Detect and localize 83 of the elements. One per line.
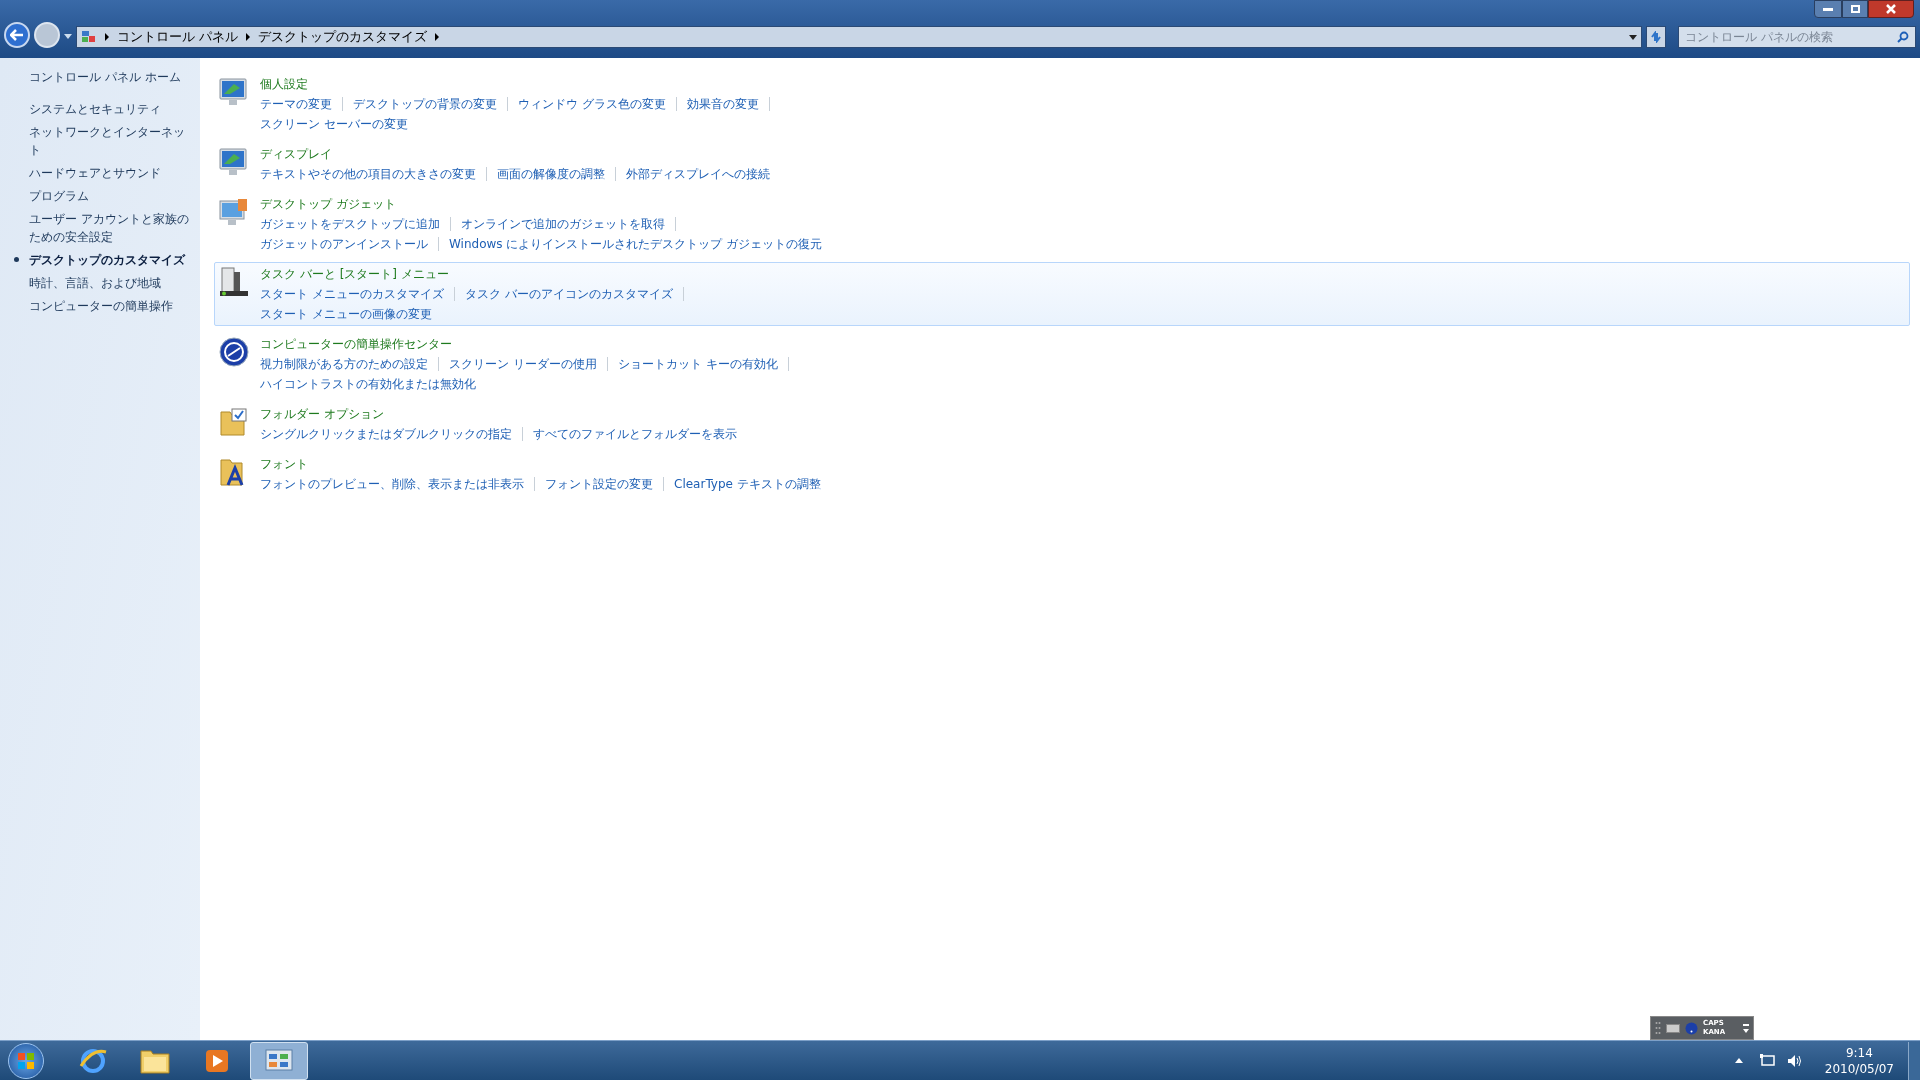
windows-logo-icon — [17, 1051, 35, 1070]
task-link[interactable]: ウィンドウ グラス色の変更 — [518, 94, 666, 114]
control-panel-icon[interactable] — [264, 1047, 294, 1074]
network-icon[interactable] — [1758, 1053, 1775, 1068]
task-link[interactable]: ガジェットをデスクトップに追加 — [260, 214, 440, 234]
category-title[interactable]: コンピューターの簡単操作センター — [260, 334, 799, 354]
task-link[interactable]: Windows によりインストールされたデスクトップ ガジェットの復元 — [449, 234, 823, 254]
task-link[interactable]: フォント設定の変更 — [545, 474, 653, 494]
help-icon[interactable] — [1685, 1021, 1698, 1035]
task-link[interactable]: シングルクリックまたはダブルクリックの指定 — [260, 424, 512, 444]
show-hidden-icons-icon[interactable] — [1734, 1058, 1743, 1063]
grip-icon[interactable] — [1655, 1021, 1661, 1035]
chevron-icon — [435, 33, 440, 41]
task-link[interactable]: 画面の解像度の調整 — [497, 164, 605, 184]
task-link[interactable]: ガジェットのアンインストール — [260, 234, 428, 254]
minimize-icon[interactable] — [1743, 1023, 1749, 1026]
folder-icon — [218, 406, 250, 438]
monitor-icon — [218, 146, 250, 178]
bullet-icon — [14, 257, 19, 262]
category-title[interactable]: 個人設定 — [260, 74, 780, 94]
close-icon — [1886, 4, 1896, 14]
start-button[interactable] — [8, 1042, 44, 1079]
control-panel-icon — [81, 30, 97, 44]
chevron-icon — [105, 33, 109, 41]
sidebar-link[interactable]: デスクトップのカスタマイズ — [29, 251, 185, 269]
address-bar[interactable]: コントロール パネル デスクトップのカスタマイズ — [76, 26, 1642, 48]
category-title[interactable]: タスク バーと [スタート] メニュー — [260, 264, 694, 284]
breadcrumb-item[interactable]: コントロール パネル — [117, 27, 239, 47]
task-link[interactable]: ショートカット キーの有効化 — [617, 354, 778, 374]
sidebar-link[interactable]: プログラム — [29, 187, 89, 205]
dropdown-arrow-icon[interactable] — [1629, 34, 1637, 40]
task-link[interactable]: すべてのファイルとフォルダーを表示 — [533, 424, 737, 444]
task-link[interactable]: スタート メニューのカスタマイズ — [260, 284, 444, 304]
category-title[interactable]: フォント — [260, 454, 821, 474]
maximize-button[interactable] — [1842, 0, 1868, 18]
sidebar-link[interactable]: ユーザー アカウントと家族のための安全設定 — [29, 210, 192, 246]
clock-time: 9:14 — [1845, 1044, 1873, 1061]
task-link[interactable]: 効果音の変更 — [686, 94, 759, 114]
chevron-icon — [246, 33, 251, 41]
task-link[interactable]: デスクトップの背景の変更 — [353, 94, 497, 114]
task-link[interactable]: オンラインで追加のガジェットを取得 — [461, 214, 665, 234]
back-button[interactable] — [4, 22, 30, 48]
dropdown-arrow-icon[interactable] — [64, 34, 72, 40]
task-link[interactable]: スクリーン セーバーの変更 — [260, 114, 408, 134]
forward-button[interactable] — [34, 22, 60, 48]
task-link[interactable]: フォントのプレビュー、削除、表示または非表示 — [260, 474, 524, 494]
media-player-icon[interactable] — [204, 1047, 230, 1074]
sidebar-link[interactable]: コントロール パネル ホーム — [29, 68, 181, 86]
keyboard-icon[interactable] — [1666, 1023, 1680, 1033]
refresh-icon — [1650, 31, 1662, 43]
accessibility-icon — [218, 336, 250, 368]
task-link[interactable]: 外部ディスプレイへの接続 — [626, 164, 770, 184]
category-title[interactable]: フォルダー オプション — [260, 404, 737, 424]
task-link[interactable]: テーマの変更 — [260, 94, 332, 114]
breadcrumb-item[interactable]: デスクトップのカスタマイズ — [258, 27, 428, 47]
sidebar-link[interactable]: コンピューターの簡単操作 — [29, 297, 173, 315]
sidebar-link[interactable]: システムとセキュリティ — [29, 100, 161, 118]
volume-icon[interactable] — [1786, 1053, 1803, 1068]
task-link[interactable]: ClearType テキストの調整 — [674, 474, 821, 494]
task-link[interactable]: タスク バーのアイコンのカスタマイズ — [464, 284, 673, 304]
close-button[interactable] — [1868, 0, 1914, 18]
task-link[interactable]: テキストやその他の項目の大きさの変更 — [260, 164, 476, 184]
refresh-button[interactable] — [1646, 26, 1666, 48]
task-link[interactable]: ハイコントラストの有効化または無効化 — [260, 374, 476, 394]
task-link[interactable]: スタート メニューの画像の変更 — [260, 304, 432, 324]
task-link[interactable]: 視力制限がある方のための設定 — [260, 354, 428, 374]
task-link[interactable]: スクリーン リーダーの使用 — [449, 354, 597, 374]
monitor-icon — [218, 196, 250, 228]
clock[interactable]: 9:14 2010/05/07 — [1824, 1044, 1894, 1077]
monitor-icon — [218, 76, 250, 108]
back-arrow-icon — [10, 29, 24, 41]
search-icon — [1897, 31, 1909, 43]
taskbar-button[interactable] — [250, 1041, 308, 1080]
category-title[interactable]: ディスプレイ — [260, 144, 770, 164]
clock-date: 2010/05/07 — [1824, 1060, 1894, 1077]
sidebar-link[interactable]: 時計、言語、および地域 — [29, 274, 161, 292]
minimize-button[interactable] — [1814, 0, 1842, 18]
category-title[interactable]: デスクトップ ガジェット — [260, 194, 823, 214]
search-field[interactable]: コントロール パネルの検索 — [1678, 26, 1916, 48]
sidebar-link[interactable]: ネットワークとインターネット — [29, 123, 192, 159]
sidebar-link[interactable]: ハードウェアとサウンド — [29, 164, 161, 182]
taskbar-icon — [218, 266, 250, 298]
dropdown-arrow-icon[interactable] — [1743, 1028, 1749, 1033]
